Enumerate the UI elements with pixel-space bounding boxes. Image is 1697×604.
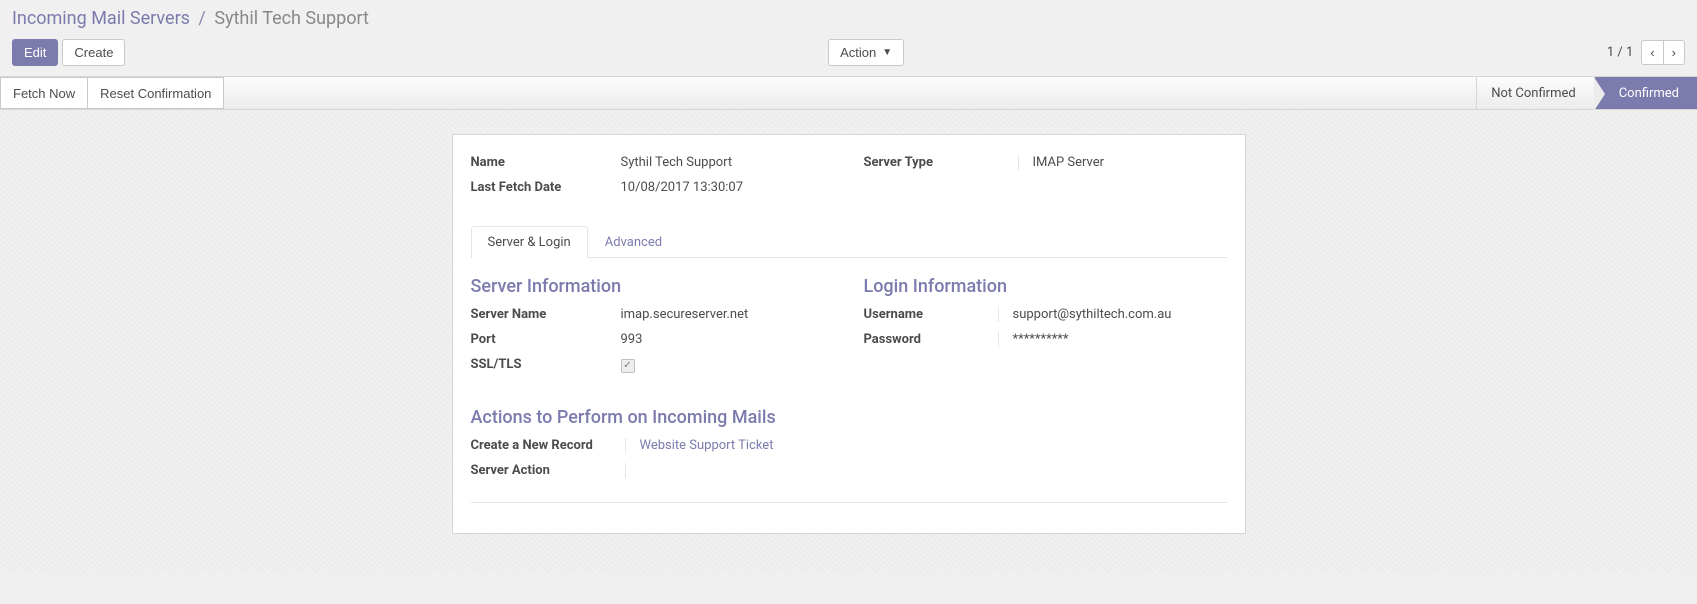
tabs: Server & Login Advanced <box>471 225 1227 258</box>
bottom-divider <box>471 502 1227 503</box>
tab-server-login[interactable]: Server & Login <box>471 226 588 258</box>
username-value: support@sythiltech.com.au <box>1003 307 1227 322</box>
login-info-heading: Login Information <box>864 276 1227 297</box>
status-bar: Fetch Now Reset Confirmation Not Confirm… <box>0 76 1697 110</box>
edit-button[interactable]: Edit <box>12 39 58 66</box>
reset-confirmation-button[interactable]: Reset Confirmation <box>88 77 224 109</box>
breadcrumb: Incoming Mail Servers / Sythil Tech Supp… <box>12 8 1685 29</box>
chevron-left-icon: ‹ <box>1650 45 1654 60</box>
actions-heading: Actions to Perform on Incoming Mails <box>471 407 1227 428</box>
field-divider <box>1018 155 1019 170</box>
breadcrumb-current: Sythil Tech Support <box>214 8 369 29</box>
last-fetch-label: Last Fetch Date <box>471 180 621 195</box>
server-info-heading: Server Information <box>471 276 834 297</box>
status-step-confirmed[interactable]: Confirmed <box>1594 77 1697 109</box>
ssl-tls-value: ✓ <box>621 357 834 373</box>
chevron-right-icon: › <box>1672 45 1676 60</box>
pager-next-button[interactable]: › <box>1663 40 1685 65</box>
ssl-tls-label: SSL/TLS <box>471 357 621 372</box>
server-action-label: Server Action <box>471 463 621 478</box>
checkbox-checked-icon: ✓ <box>621 359 635 373</box>
tab-advanced[interactable]: Advanced <box>588 226 679 258</box>
fetch-now-button[interactable]: Fetch Now <box>0 77 88 109</box>
action-label: Action <box>840 45 876 60</box>
status-step-not-confirmed[interactable]: Not Confirmed <box>1476 77 1593 109</box>
name-label: Name <box>471 155 621 170</box>
field-divider <box>998 307 999 322</box>
create-record-label: Create a New Record <box>471 438 621 453</box>
pager-text: 1 / 1 <box>1607 45 1633 60</box>
field-divider <box>625 463 626 478</box>
field-divider <box>998 332 999 347</box>
name-value: Sythil Tech Support <box>621 155 834 170</box>
server-name-value: imap.secureserver.net <box>621 307 834 322</box>
caret-down-icon: ▼ <box>882 47 892 58</box>
form-sheet: Name Sythil Tech Support Last Fetch Date… <box>452 134 1246 534</box>
last-fetch-value: 10/08/2017 13:30:07 <box>621 180 834 195</box>
breadcrumb-separator: / <box>198 8 205 29</box>
server-type-value: IMAP Server <box>1023 155 1227 170</box>
create-button[interactable]: Create <box>62 39 125 66</box>
port-label: Port <box>471 332 621 347</box>
breadcrumb-parent[interactable]: Incoming Mail Servers <box>12 8 190 29</box>
action-dropdown[interactable]: Action ▼ <box>828 39 904 66</box>
pager-prev-button[interactable]: ‹ <box>1641 40 1662 65</box>
username-label: Username <box>864 307 994 322</box>
port-value: 993 <box>621 332 834 347</box>
password-value: ********** <box>1003 332 1227 347</box>
server-type-label: Server Type <box>864 155 1014 170</box>
create-record-value[interactable]: Website Support Ticket <box>630 438 849 453</box>
field-divider <box>625 438 626 453</box>
server-name-label: Server Name <box>471 307 621 322</box>
password-label: Password <box>864 332 994 347</box>
